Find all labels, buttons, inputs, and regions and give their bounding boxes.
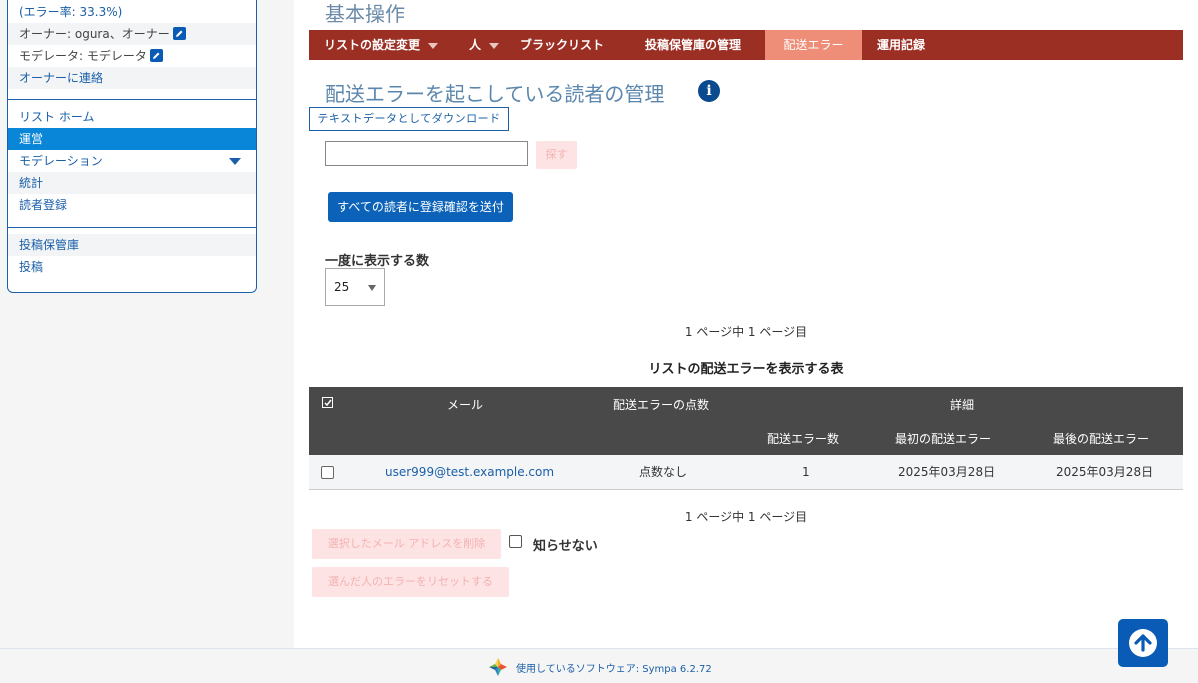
table-caption: リストの配送エラーを表示する表 [648,362,844,377]
header-last: 最後の配送エラー [1053,432,1150,446]
sidebar-item-moderation[interactable]: モデレーション [8,150,256,172]
nav-list-settings-label: リストの設定変更 [324,38,421,52]
sidebar-item-admin[interactable]: 運営 [8,128,256,150]
row-first: 2025年03月28日 [898,465,996,479]
info-icon[interactable]: i [698,80,720,102]
row-checkbox[interactable] [321,466,334,479]
nav-logs[interactable]: 運用記録 [877,30,925,60]
sidebar: (エラー率: 33.3%) オーナー: ogura、オーナー モデレータ: モデ… [0,0,294,648]
per-page-value: 25 [334,280,350,294]
page-title: 基本操作 [325,2,405,26]
table-row: user999@test.example.com 点数なし 1 2025年03月… [309,455,1183,490]
nav-blacklist[interactable]: ブラックリスト [520,30,604,60]
main-content: 基本操作 リストの設定変更 人 ブラックリスト 投稿保管庫の管理 配送エラー 運… [294,0,1198,648]
nav-archive-mgmt[interactable]: 投稿保管庫の管理 [645,30,741,60]
sidebar-item-list-home[interactable]: リスト ホーム [8,106,256,128]
contact-owner-link[interactable]: オーナーに連絡 [8,67,256,89]
footer-software-link[interactable]: 使用しているソフトウェア: Sympa 6.2.72 [516,660,712,675]
chevron-down-icon [368,285,376,291]
header-details: 詳細 [950,398,975,412]
sidebar-item-archives[interactable]: 投稿保管庫 [8,234,256,256]
admin-navbar: リストの設定変更 人 ブラックリスト 投稿保管庫の管理 配送エラー 運用記録 [309,30,1183,60]
page-heading: 配送エラーを起こしている読者の管理 [325,82,665,106]
per-page-label: 一度に表示する数 [325,254,430,269]
edit-owner-icon[interactable] [172,27,186,40]
sidebar-divider [8,99,256,100]
nav-list-settings[interactable]: リストの設定変更 [324,30,439,60]
sidebar-item-post[interactable]: 投稿 [8,256,256,278]
arrow-up-icon [1129,629,1157,657]
nav-bounces[interactable]: 配送エラー [765,30,862,60]
search-button[interactable]: 探す [536,141,577,169]
delete-selected-button[interactable]: 選択したメール アドレスを削除 [312,529,501,559]
owner-text: オーナー: ogura、オーナー [19,27,170,41]
owner-row: オーナー: ogura、オーナー [8,23,256,45]
send-confirmation-button[interactable]: すべての読者に登録確認を送付 [328,192,513,222]
quiet-checkbox[interactable] [509,535,522,548]
header-first: 最初の配送エラー [895,432,992,446]
sidebar-item-subscribe[interactable]: 読者登録 [8,194,256,216]
error-rate-text: (エラー率: 33.3%) [19,5,123,19]
nav-people-label: 人 [469,38,482,52]
moderator-row: モデレータ: モデレータ [8,45,256,67]
pager-top: 1 ページ中 1 ページ目 [684,325,808,339]
row-score: 点数なし [639,465,688,479]
pager-bottom: 1 ページ中 1 ページ目 [684,510,808,524]
nav-people[interactable]: 人 [469,30,500,60]
download-text-button[interactable]: テキストデータとしてダウンロード [309,107,509,131]
sidebar-item-moderation-label: モデレーション [19,154,103,168]
chevron-down-icon[interactable] [229,158,241,165]
chevron-down-icon [428,42,439,49]
sidebar-divider [8,227,256,228]
sympa-logo-icon [489,658,507,676]
edit-moderator-icon[interactable] [149,49,163,62]
sidebar-item-stats[interactable]: 統計 [8,172,256,194]
row-email-link[interactable]: user999@test.example.com [385,455,554,489]
row-last: 2025年03月28日 [1056,465,1154,479]
header-email: メール [447,398,484,412]
header-count: 配送エラー数 [767,432,840,446]
row-count: 1 [802,465,810,479]
select-all-checkbox[interactable] [322,397,333,408]
per-page-select[interactable]: 25 [325,268,385,306]
reset-errors-button[interactable]: 選んだ人のエラーをリセットする [312,567,509,597]
sidebar-menu-box: (エラー率: 33.3%) オーナー: ogura、オーナー モデレータ: モデ… [7,0,257,293]
moderator-text: モデレータ: モデレータ [19,49,147,63]
quiet-label: 知らせない [533,539,598,554]
scroll-to-top-button[interactable] [1118,619,1168,667]
footer: 使用しているソフトウェア: Sympa 6.2.72 [0,648,1198,683]
chevron-down-icon [489,42,500,49]
table-header: メール 配送エラーの点数 詳細 配送エラー数 最初の配送エラー 最後の配送エラー [309,387,1183,455]
search-input[interactable] [325,141,528,166]
header-score: 配送エラーの点数 [613,398,710,412]
